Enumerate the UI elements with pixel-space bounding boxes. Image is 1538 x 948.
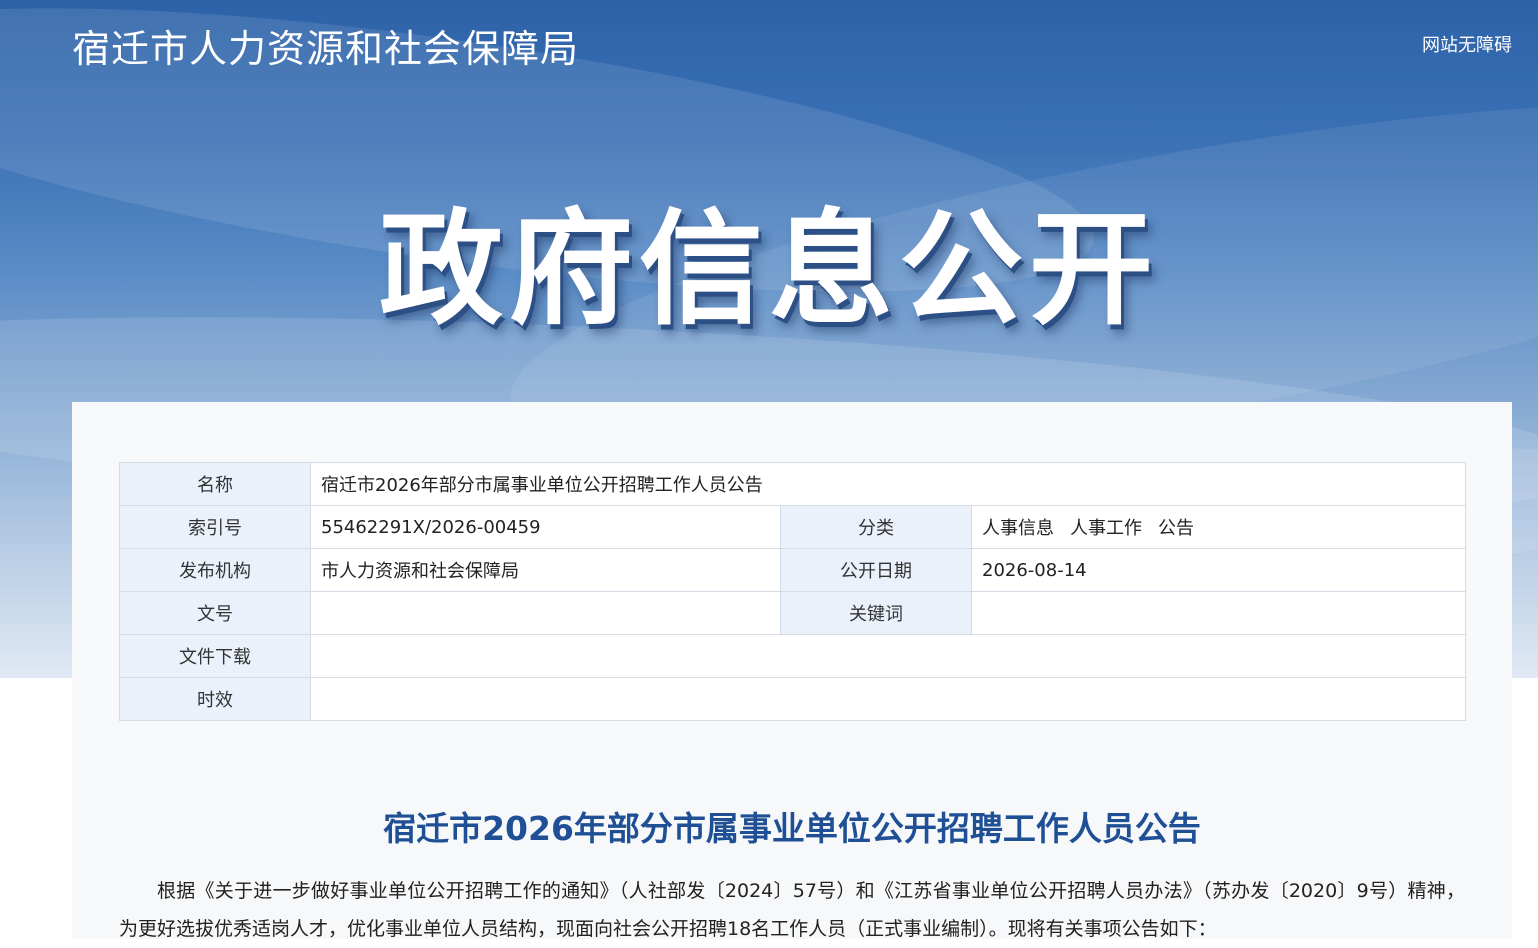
index-label: 索引号 — [119, 505, 311, 549]
table-row: 发布机构 市人力资源和社会保障局 公开日期 2026-08-14 — [119, 548, 1467, 592]
keywords-value — [970, 591, 1467, 635]
publish-date-label: 公开日期 — [780, 548, 972, 592]
publisher-value: 市人力资源和社会保障局 — [310, 548, 781, 592]
site-title[interactable]: 宿迁市人力资源和社会保障局 — [72, 18, 579, 73]
table-row: 时效 — [119, 677, 1467, 721]
table-row: 索引号 55462291X/2026-00459 分类 人事信息 人事工作 公告 — [119, 505, 1467, 549]
category-label: 分类 — [780, 505, 972, 549]
banner-title: 政府信息公开 — [378, 198, 1159, 342]
validity-label: 时效 — [119, 677, 311, 721]
table-row: 名称 宿迁市2026年部分市属事业单位公开招聘工作人员公告 — [119, 462, 1467, 506]
publisher-label: 发布机构 — [119, 548, 311, 592]
name-label: 名称 — [119, 462, 311, 506]
file-download-label: 文件下载 — [119, 634, 311, 678]
index-value: 55462291X/2026-00459 — [310, 505, 781, 549]
category-tag: 公告 — [1158, 518, 1194, 539]
content-panel: 名称 宿迁市2026年部分市属事业单位公开招聘工作人员公告 索引号 554622… — [72, 402, 1512, 940]
category-value: 人事信息 人事工作 公告 — [970, 505, 1467, 549]
accessibility-link[interactable]: 网站无障碍 — [1422, 31, 1512, 57]
category-tag: 人事工作 — [1070, 518, 1142, 539]
doc-number-value — [310, 591, 781, 635]
article-paragraph: 根据《关于进一步做好事业单位公开招聘工作的通知》（人社部发〔2024〕57号）和… — [119, 880, 1465, 940]
publish-date-value: 2026-08-14 — [970, 548, 1467, 592]
name-value: 宿迁市2026年部分市属事业单位公开招聘工作人员公告 — [309, 462, 1467, 506]
article-title: 宿迁市2026年部分市属事业单位公开招聘工作人员公告 — [383, 809, 1201, 848]
table-row: 文件下载 — [119, 634, 1467, 678]
file-download-value[interactable] — [309, 634, 1467, 678]
doc-number-label: 文号 — [119, 591, 311, 635]
keywords-label: 关键词 — [780, 591, 972, 635]
table-row: 文号 关键词 — [119, 591, 1467, 635]
info-meta-table: 名称 宿迁市2026年部分市属事业单位公开招聘工作人员公告 索引号 554622… — [119, 462, 1467, 721]
validity-value — [309, 677, 1467, 721]
category-tag: 人事信息 — [982, 518, 1054, 539]
